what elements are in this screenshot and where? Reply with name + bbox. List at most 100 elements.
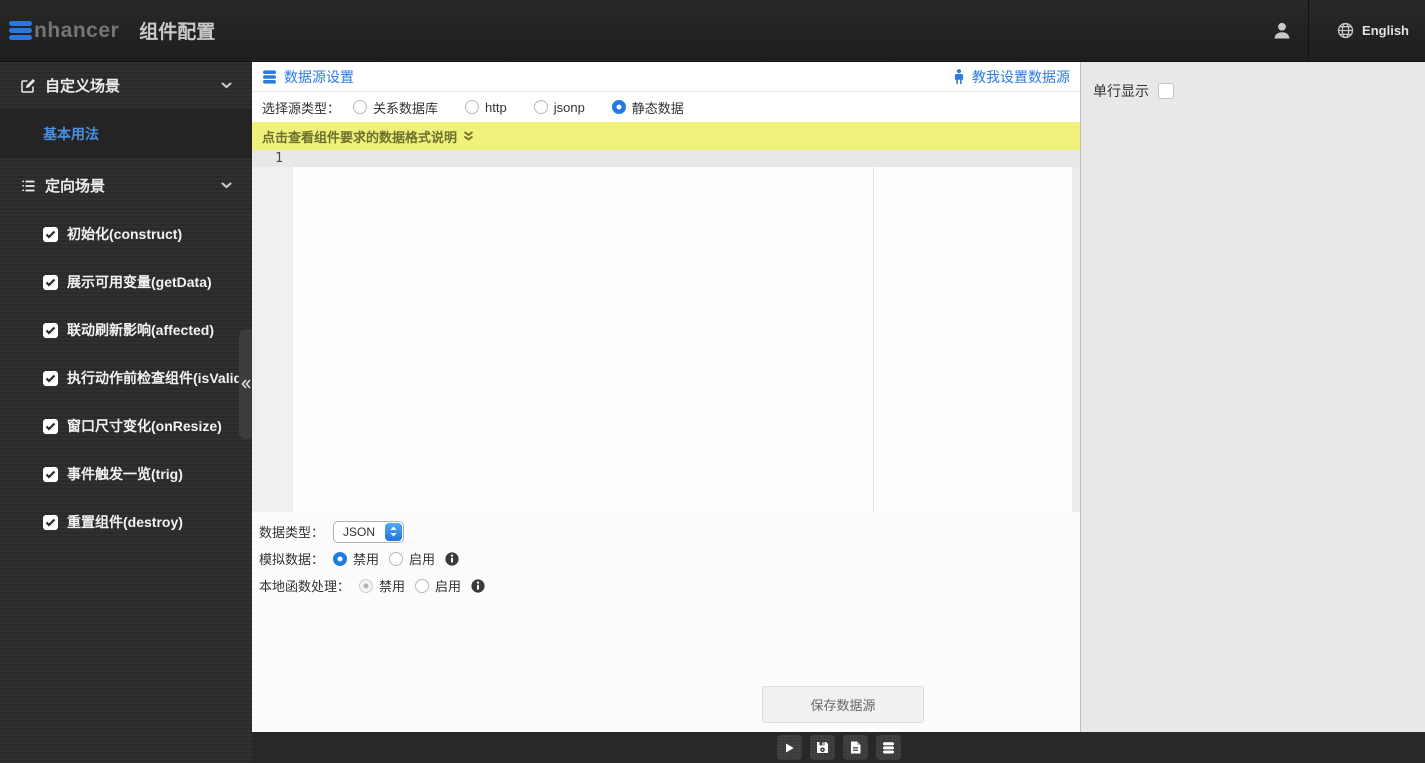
local-fn-row: 本地函数处理： 禁用 启用: [259, 572, 1080, 599]
single-line-display-label: 单行显示: [1093, 83, 1149, 99]
double-chevron-left-icon: [240, 379, 251, 389]
enhancer-logo-icon: [9, 21, 32, 40]
sidebar-item-label: 基本用法: [43, 125, 99, 142]
radio-disabled-checked: [359, 578, 374, 593]
sidebar-group-label: 自定义场景: [45, 78, 121, 95]
editor-active-line: [252, 150, 1080, 167]
edit-icon: [20, 78, 36, 94]
person-icon: [954, 68, 964, 84]
single-line-display-checkbox[interactable]: [1158, 83, 1174, 99]
chevron-down-icon: [221, 82, 232, 89]
teach-me-link[interactable]: 教我设置数据源: [953, 67, 1070, 87]
user-icon: [1274, 22, 1290, 38]
checkbox-checked-icon: [43, 466, 58, 482]
teach-me-label: 教我设置数据源: [972, 68, 1070, 85]
screen: nhancer 组件配置 English 自定义场景 基本用法 定向场景 初始化…: [0, 0, 1425, 763]
topbar: nhancer 组件配置 English: [0, 0, 1425, 62]
local-fn-disable-option[interactable]: 禁用: [359, 576, 405, 595]
editor-line-number: 1: [275, 151, 283, 166]
sidebar-item-getdata[interactable]: 展示可用变量(getData): [0, 258, 252, 306]
banner-label: 点击查看组件要求的数据格式说明: [262, 129, 458, 145]
save-datasource-button[interactable]: 保存数据源: [762, 686, 924, 723]
sidebar-item-label: 展示可用变量(getData): [67, 274, 212, 290]
checkbox-checked-icon: [43, 418, 58, 434]
sidebar-item-label: 重置组件(destroy): [67, 514, 183, 530]
list-icon: [20, 178, 36, 194]
data-format-info-banner[interactable]: 点击查看组件要求的数据格式说明: [252, 122, 1080, 150]
sidebar-item-isvalid[interactable]: 执行动作前检查组件(isValid): [0, 354, 252, 402]
datasource-panel: 数据源设置 教我设置数据源 选择源类型： 关系数据库 http jsonp 静态…: [252, 62, 1080, 732]
sidebar-item-label: 初始化(construct): [67, 226, 183, 242]
log-file-button[interactable]: [842, 735, 868, 760]
sidebar-item-destroy[interactable]: 重置组件(destroy): [0, 498, 252, 546]
source-type-label: 选择源类型：: [262, 100, 341, 116]
save-button[interactable]: [809, 735, 835, 760]
sidebar-group-custom-scenarios[interactable]: 自定义场景: [0, 62, 252, 110]
local-fn-label: 本地函数处理：: [259, 579, 351, 594]
datasource-controls: 数据类型： JSON 模拟数据： 禁用 启用 本地函数处理： 禁用 启用: [252, 512, 1080, 599]
source-type-option-jsonp[interactable]: jsonp: [533, 100, 585, 115]
language-switch[interactable]: English: [1309, 22, 1425, 39]
page-title: 组件配置: [139, 22, 216, 43]
language-label: English: [1362, 23, 1409, 38]
single-line-display-row: 单行显示: [1093, 81, 1413, 101]
radio-label: 启用: [435, 579, 462, 594]
checkbox-checked-icon: [43, 370, 58, 386]
data-type-label: 数据类型：: [259, 525, 325, 540]
sidebar-item-affected[interactable]: 联动刷新影响(affected): [0, 306, 252, 354]
sidebar-item-construct[interactable]: 初始化(construct): [0, 210, 252, 258]
sidebar-item-label: 联动刷新影响(affected): [67, 322, 215, 338]
editor-scrollbar-track[interactable]: [1072, 150, 1080, 512]
database-icon: [882, 741, 894, 753]
enhancer-logo[interactable]: nhancer: [0, 19, 119, 43]
sidebar-item-label: 执行动作前检查组件(isValid): [67, 370, 247, 386]
source-type-option-http[interactable]: http: [465, 100, 507, 115]
checkbox-checked-icon: [43, 226, 58, 242]
angle-double-down-icon: [463, 131, 474, 141]
radio-unchecked[interactable]: [533, 100, 548, 114]
collapse-sidebar-handle[interactable]: [239, 329, 252, 439]
radio-label: 禁用: [379, 579, 406, 594]
sidebar-item-onresize[interactable]: 窗口尺寸变化(onResize): [0, 402, 252, 450]
data-type-value: JSON: [343, 524, 376, 539]
local-fn-enable-option[interactable]: 启用: [415, 576, 461, 595]
chevron-down-icon: [221, 182, 232, 189]
mock-data-disable-option[interactable]: 禁用: [333, 549, 379, 568]
radio-unchecked[interactable]: [465, 100, 480, 114]
run-button[interactable]: [776, 735, 802, 760]
radio-label: 关系数据库: [373, 100, 439, 116]
logo-text: nhancer: [34, 18, 120, 42]
info-icon[interactable]: [445, 551, 459, 566]
editor-print-margin: [873, 150, 874, 512]
user-button[interactable]: [1256, 21, 1308, 41]
play-icon: [786, 743, 794, 752]
radio-unchecked[interactable]: [389, 551, 404, 566]
data-type-select[interactable]: JSON: [333, 520, 405, 543]
radio-unchecked[interactable]: [353, 100, 368, 114]
sidebar-item-trig[interactable]: 事件触发一览(trig): [0, 450, 252, 498]
info-icon[interactable]: [471, 578, 485, 593]
sidebar-item-basic-usage[interactable]: 基本用法: [0, 110, 252, 158]
checkbox-checked-icon: [43, 514, 58, 530]
radio-checked[interactable]: [333, 551, 348, 566]
sidebar-item-label: 事件触发一览(trig): [67, 466, 183, 482]
datasource-button[interactable]: [875, 735, 901, 760]
radio-unchecked[interactable]: [415, 578, 430, 593]
datasource-header: 数据源设置 教我设置数据源: [252, 62, 1080, 92]
source-type-option-relational-db[interactable]: 关系数据库: [353, 98, 438, 117]
radio-checked[interactable]: [611, 100, 626, 114]
checkbox-checked-icon: [43, 322, 58, 338]
source-type-option-static-data[interactable]: 静态数据: [611, 98, 684, 117]
mock-data-row: 模拟数据： 禁用 启用: [259, 545, 1080, 572]
panel-title: 数据源设置: [284, 68, 354, 85]
mock-data-enable-option[interactable]: 启用: [389, 549, 435, 568]
radio-label: 静态数据: [631, 100, 684, 116]
select-stepper-icon: [385, 522, 403, 541]
data-type-row: 数据类型： JSON: [259, 518, 1080, 545]
sidebar-group-targeted-scenarios[interactable]: 定向场景: [0, 162, 252, 210]
sidebar-item-label: 窗口尺寸变化(onResize): [67, 418, 222, 434]
display-options-panel: 单行显示: [1080, 62, 1425, 732]
sidebar: 自定义场景 基本用法 定向场景 初始化(construct) 展示可用变量(ge…: [0, 62, 252, 763]
sidebar-group-label: 定向场景: [45, 178, 106, 195]
code-editor[interactable]: 1: [252, 150, 1080, 512]
